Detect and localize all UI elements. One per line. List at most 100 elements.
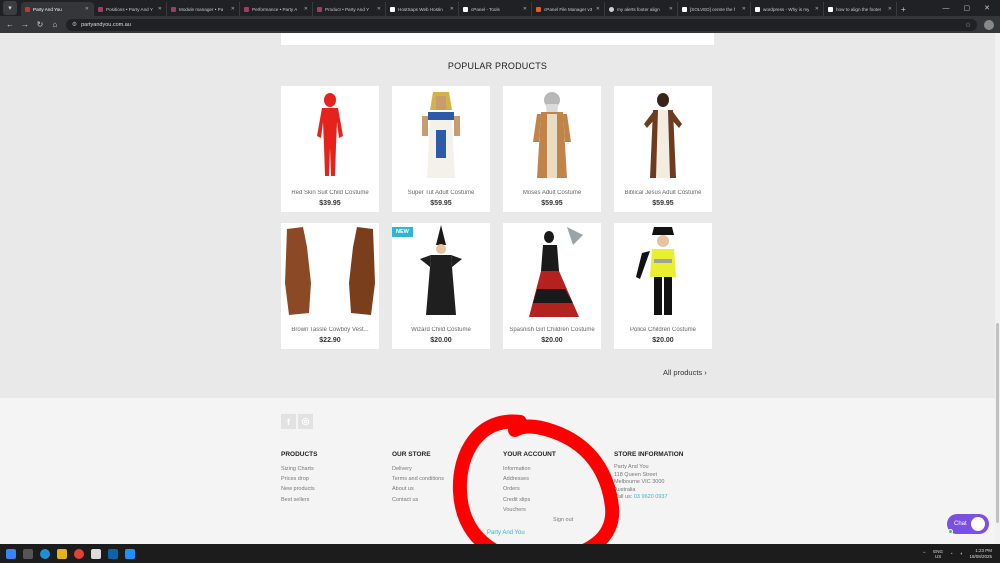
product-name[interactable]: Super Tut Adult Costume bbox=[392, 190, 490, 196]
footer-link[interactable]: Terms and conditions bbox=[392, 474, 444, 484]
new-tab-icon[interactable]: + bbox=[901, 5, 906, 14]
product-name[interactable]: Brown Tassle Cowboy Vest... bbox=[281, 327, 379, 333]
close-icon[interactable]: ✕ bbox=[375, 6, 381, 12]
product-image[interactable] bbox=[503, 223, 601, 321]
phone-link[interactable]: 03 9620 0937 bbox=[634, 494, 668, 500]
language-indicator[interactable]: ENG US bbox=[933, 549, 943, 559]
close-icon[interactable]: ✕ bbox=[740, 6, 746, 12]
close-icon[interactable]: ✕ bbox=[667, 6, 673, 12]
tab-party-and-you[interactable]: Party And You ✕ bbox=[21, 2, 94, 16]
close-icon[interactable]: ✕ bbox=[813, 6, 819, 12]
volume-icon[interactable]: ◖ bbox=[960, 551, 963, 556]
calendar-icon[interactable] bbox=[91, 548, 101, 559]
tab-solved-centre[interactable]: [SOLVED] centre the f ✕ bbox=[678, 2, 751, 16]
product-name[interactable]: Police Children Costume bbox=[614, 327, 712, 333]
product-card[interactable]: Super Tut Adult Costume $59.95 bbox=[392, 86, 490, 212]
app-icon[interactable] bbox=[125, 548, 135, 559]
close-icon[interactable]: ✕ bbox=[229, 6, 235, 12]
tab-label: [SOLVED] centre the f bbox=[690, 6, 736, 12]
instagram-icon[interactable]: ◎ bbox=[298, 414, 313, 429]
chat-button[interactable]: Chat bbox=[947, 514, 989, 534]
windows-start-icon[interactable] bbox=[6, 548, 16, 559]
footer-link[interactable]: Orders bbox=[503, 484, 556, 494]
minimize-icon[interactable]: — bbox=[943, 5, 950, 12]
tab-label: how to align the footer bbox=[836, 6, 882, 12]
footer-link[interactable]: Best sellers bbox=[281, 495, 317, 505]
tab-hostsaps[interactable]: HostSaps Web Hostin ✕ bbox=[386, 2, 459, 16]
product-card[interactable]: Biblical Jesus Adult Costume $59.95 bbox=[614, 86, 712, 212]
product-card[interactable]: Red Skin Suit Child Costume $39.95 bbox=[281, 86, 379, 212]
all-products-link[interactable]: All products › bbox=[663, 368, 707, 377]
product-card[interactable]: Police Children Costume $20.00 bbox=[614, 223, 712, 349]
product-name[interactable]: Biblical Jesus Adult Costume bbox=[614, 190, 712, 196]
product-card[interactable]: Brown Tassle Cowboy Vest... $22.90 bbox=[281, 223, 379, 349]
footer-link[interactable]: Vouchers bbox=[503, 505, 556, 515]
reload-icon[interactable]: ↻ bbox=[36, 20, 44, 29]
tab-cpanel-file-manager[interactable]: cPanel File Manager v3 ✕ bbox=[532, 2, 605, 16]
footer-link[interactable]: Addresses bbox=[503, 474, 556, 484]
product-image[interactable] bbox=[281, 223, 379, 321]
product-image[interactable] bbox=[392, 86, 490, 184]
call-label: Call us: bbox=[614, 494, 633, 501]
footer-link[interactable]: Contact us bbox=[392, 495, 444, 505]
chrome-icon[interactable] bbox=[74, 548, 84, 559]
edge-icon[interactable] bbox=[40, 548, 50, 559]
tab-module-manager[interactable]: Module manager • Pa ✕ bbox=[167, 2, 240, 16]
tab-search-icon[interactable]: ▾ bbox=[3, 1, 17, 15]
close-icon[interactable]: ✕ bbox=[521, 6, 527, 12]
product-name[interactable]: Spasnish Girl Children Costume bbox=[503, 327, 601, 333]
site-favicon-icon bbox=[171, 6, 176, 12]
product-card[interactable]: NEW Wizard Child Costume $20.00 bbox=[392, 223, 490, 349]
facebook-icon[interactable]: f bbox=[281, 414, 296, 429]
product-card[interactable]: Moses Adult Costume $59.95 bbox=[503, 86, 601, 212]
product-image[interactable] bbox=[281, 86, 379, 184]
bookmark-star-icon[interactable]: ☆ bbox=[965, 21, 971, 29]
product-name[interactable]: Moses Adult Costume bbox=[503, 190, 601, 196]
maximize-icon[interactable]: ▢ bbox=[964, 4, 971, 12]
wifi-icon[interactable]: ◔ bbox=[950, 551, 953, 556]
product-image[interactable] bbox=[614, 86, 712, 184]
close-icon[interactable]: ✕ bbox=[83, 6, 89, 12]
close-icon[interactable]: ✕ bbox=[156, 6, 162, 12]
close-icon[interactable]: ✕ bbox=[302, 6, 308, 12]
product-name[interactable]: Wizard Child Costume bbox=[392, 327, 490, 333]
product-name[interactable]: Red Skin Suit Child Costume bbox=[281, 190, 379, 196]
product-card[interactable]: Spasnish Girl Children Costume $20.00 bbox=[503, 223, 601, 349]
copyright-link[interactable]: Party And You bbox=[487, 530, 525, 536]
forward-icon[interactable]: → bbox=[21, 20, 29, 29]
clock[interactable]: 1:23 PM 18/08/2025 bbox=[969, 548, 992, 559]
tab-cpanel-tools[interactable]: cPanel - Tools ✕ bbox=[459, 2, 532, 16]
tab-align-footer[interactable]: how to align the footer ✕ bbox=[824, 2, 897, 16]
tab-performance[interactable]: Performance • Party A ✕ bbox=[240, 2, 313, 16]
task-view-icon[interactable] bbox=[23, 548, 33, 559]
profile-avatar[interactable] bbox=[984, 19, 994, 30]
chevron-up-icon[interactable]: ⌃ bbox=[922, 551, 926, 557]
tab-product[interactable]: Product • Party And Y ✕ bbox=[313, 2, 386, 16]
tab-wordpress[interactable]: wordpress - Why is my ✕ bbox=[751, 2, 824, 16]
tab-alerts-footer[interactable]: my alerts footer align ✕ bbox=[605, 2, 678, 16]
footer-link[interactable]: New products bbox=[281, 484, 317, 494]
footer-link[interactable]: About us bbox=[392, 484, 444, 494]
footer-link[interactable]: Sizing Charts bbox=[281, 464, 317, 474]
product-image[interactable] bbox=[614, 223, 712, 321]
site-favicon-icon bbox=[463, 6, 468, 12]
site-info-icon[interactable]: ⚙ bbox=[72, 21, 77, 28]
outlook-icon[interactable] bbox=[108, 548, 118, 559]
file-explorer-icon[interactable] bbox=[57, 548, 67, 559]
product-image[interactable] bbox=[392, 223, 490, 321]
scrollbar-thumb[interactable] bbox=[996, 323, 999, 523]
back-icon[interactable]: ← bbox=[6, 20, 14, 29]
close-icon[interactable]: ✕ bbox=[594, 6, 600, 12]
close-icon[interactable]: ✕ bbox=[886, 6, 892, 12]
product-image[interactable] bbox=[503, 86, 601, 184]
tab-positions[interactable]: Positions • Party And Y ✕ bbox=[94, 2, 167, 16]
window-close-icon[interactable]: ✕ bbox=[984, 4, 990, 12]
footer-link[interactable]: Credit slips bbox=[503, 495, 556, 505]
address-bar[interactable]: ⚙ partyandyou.com.au ☆ bbox=[65, 18, 978, 31]
footer-link[interactable]: Prices drop bbox=[281, 474, 317, 484]
footer-link[interactable]: Information bbox=[503, 464, 556, 474]
footer-link[interactable]: Delivery bbox=[392, 464, 444, 474]
sign-out-link[interactable]: Sign out bbox=[553, 517, 573, 523]
close-icon[interactable]: ✕ bbox=[448, 6, 454, 12]
home-icon[interactable]: ⌂ bbox=[51, 20, 59, 29]
